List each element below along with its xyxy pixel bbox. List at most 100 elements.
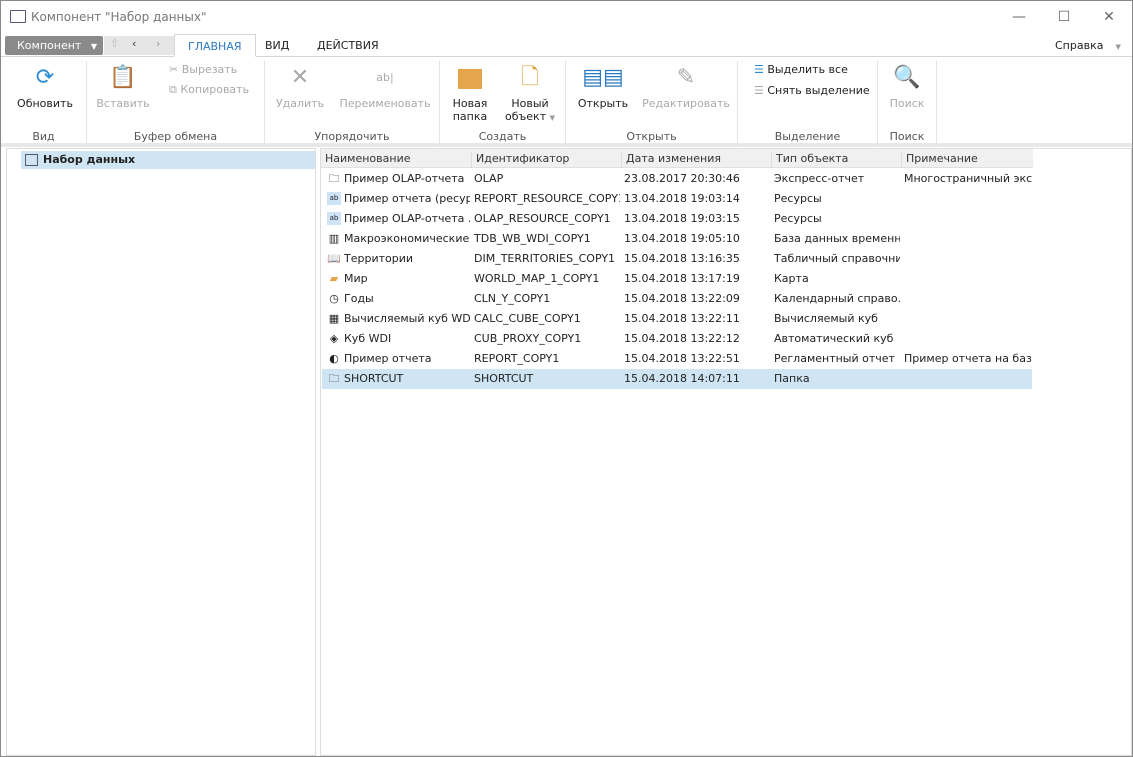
cell-name: Мир bbox=[344, 272, 368, 285]
folder-icon bbox=[448, 65, 492, 91]
cell-id: DIM_TERRITORIES_COPY1 bbox=[474, 252, 616, 265]
calendar-icon: ◷ bbox=[329, 292, 339, 305]
table-row[interactable]: ▰ Мир WORLD_MAP_1_COPY1 15.04.2018 13:17:19… bbox=[322, 269, 1032, 289]
close-button[interactable]: ✕ bbox=[1086, 5, 1132, 29]
group-search: 🔍 Поиск Поиск bbox=[878, 61, 937, 145]
new-folder-label-1: Новая bbox=[452, 97, 488, 110]
open-button[interactable]: ▤▤ Открыть bbox=[576, 65, 630, 110]
cell-date: 15.04.2018 13:16:35 bbox=[624, 252, 740, 265]
map-icon: ▰ bbox=[329, 272, 339, 285]
column-header-note[interactable]: Примечание bbox=[901, 152, 1033, 168]
cell-date: 13.04.2018 19:05:10 bbox=[624, 232, 740, 245]
auto-cube-icon: ◈ bbox=[329, 332, 339, 345]
delete-button[interactable]: ✕ Удалить bbox=[275, 65, 325, 110]
column-header-name[interactable]: Наименование bbox=[321, 152, 471, 168]
open-label: Открыть bbox=[577, 97, 629, 110]
group-label: Открыть bbox=[626, 130, 677, 143]
rename-icon: ab| bbox=[376, 71, 394, 84]
table-row[interactable]: ◈ Куб WDI CUB_PROXY_COPY1 15.04.2018 13:22:… bbox=[322, 329, 1032, 349]
cell-type: Регламентный отчет bbox=[774, 352, 895, 365]
copy-button[interactable]: ⧉ Копировать bbox=[169, 83, 249, 97]
component-label: Компонент bbox=[17, 39, 82, 52]
cell-name: Годы bbox=[344, 292, 374, 305]
table-row[interactable]: ◐ Пример отчета REPORT_COPY1 15.04.2018 13:… bbox=[322, 349, 1032, 369]
cell-id: SHORTCUT bbox=[474, 372, 534, 385]
resource-icon: ab bbox=[327, 212, 341, 225]
cell-name: Макроэкономические ... bbox=[344, 232, 470, 245]
table-row[interactable]: 🗀 SHORTCUT SHORTCUT 15.04.2018 14:07:11 Папк… bbox=[322, 369, 1032, 389]
deselect-icon: ☰ bbox=[754, 84, 764, 97]
edit-button[interactable]: ✎ Редактировать bbox=[642, 65, 730, 110]
minimize-button[interactable]: — bbox=[996, 5, 1042, 29]
cell-note: Пример отчета на баз... bbox=[904, 352, 1032, 365]
cell-id: REPORT_COPY1 bbox=[474, 352, 560, 365]
cell-id: OLAP_RESOURCE_COPY1 bbox=[474, 212, 611, 225]
refresh-icon: ⟳ bbox=[35, 65, 55, 90]
component-menu-button[interactable]: Компонент ▼ bbox=[5, 36, 103, 55]
cell-id: OLAP bbox=[474, 172, 504, 185]
calc-cube-icon: ▦ bbox=[328, 312, 340, 325]
tab-actions[interactable]: ДЕЙСТВИЯ bbox=[304, 34, 392, 57]
chevron-down-icon: ▼ bbox=[90, 42, 97, 51]
pencil-icon: ✎ bbox=[676, 65, 696, 90]
cell-date: 15.04.2018 13:17:19 bbox=[624, 272, 740, 285]
column-header-id[interactable]: Идентификатор bbox=[471, 152, 621, 168]
report-icon: ◐ bbox=[329, 352, 339, 365]
olap-report-icon: 🗀 bbox=[328, 172, 340, 185]
tree-item-dataset[interactable]: Набор данных bbox=[21, 151, 315, 169]
new-object-label-1: Новый bbox=[511, 97, 549, 110]
column-header-date[interactable]: Дата изменения bbox=[621, 152, 771, 168]
cut-button[interactable]: ✂ Вырезать bbox=[169, 63, 237, 76]
new-folder-button[interactable]: Новая папка bbox=[448, 65, 492, 123]
deselect-button[interactable]: ☰ Снять выделение bbox=[754, 84, 870, 97]
table-row[interactable]: 🗀 Пример OLAP-отчета OLAP 23.08.2017 20:30:… bbox=[322, 169, 1033, 189]
open-icon: ▤▤ bbox=[582, 65, 624, 90]
table-row[interactable]: ab Пример OLAP-отчета ... OLAP_RESOURCE_CO… bbox=[322, 209, 1032, 229]
copy-label: Копировать bbox=[180, 83, 250, 96]
paste-button[interactable]: 📋 Вставить bbox=[95, 65, 151, 110]
new-object-label-2: объект bbox=[505, 110, 547, 123]
cell-date: 13.04.2018 19:03:15 bbox=[624, 212, 740, 225]
maximize-button[interactable]: ☐ bbox=[1041, 5, 1087, 29]
select-all-button[interactable]: ☰ Выделить все bbox=[754, 63, 848, 76]
tab-home[interactable]: ГЛАВНАЯ bbox=[174, 34, 256, 57]
table-row[interactable]: ab Пример отчета (ресур... REPORT_RESOURCE… bbox=[322, 189, 1032, 209]
new-object-button[interactable]: 🗋 Новый объект ▼ bbox=[502, 65, 558, 125]
cell-date: 13.04.2018 19:03:14 bbox=[624, 192, 740, 205]
cell-type: Вычисляемый куб bbox=[774, 312, 878, 325]
rename-label: Переименовать bbox=[339, 97, 431, 110]
new-folder-label-2: папка bbox=[452, 110, 488, 123]
tree-pane: Набор данных bbox=[6, 148, 316, 756]
cell-type: Карта bbox=[774, 272, 809, 285]
table-row[interactable]: ▦ Вычисляемый куб WDI CALC_CUBE_COPY1 15.04… bbox=[322, 309, 1032, 329]
table-row[interactable]: ◷ Годы CLN_Y_COPY1 15.04.2018 13:22:09 Кален… bbox=[322, 289, 1032, 309]
scissors-icon: ✂ bbox=[169, 63, 179, 76]
delete-label: Удалить bbox=[275, 97, 325, 110]
select-all-icon: ☰ bbox=[754, 63, 764, 76]
cell-id: CLN_Y_COPY1 bbox=[474, 292, 551, 305]
tab-view[interactable]: ВИД bbox=[252, 34, 302, 57]
column-header-type[interactable]: Тип объекта bbox=[771, 152, 901, 168]
table-row[interactable]: 📖 Территории DIM_TERRITORIES_COPY1 15.04.20… bbox=[322, 249, 1032, 269]
paste-icon: 📋 bbox=[109, 65, 137, 90]
group-view: ⟳ Обновить Вид bbox=[1, 61, 87, 145]
cell-type: Ресурсы bbox=[774, 192, 822, 205]
forward-icon[interactable]: › bbox=[156, 37, 160, 50]
rename-button[interactable]: ab| Переименовать bbox=[339, 65, 431, 110]
refresh-button[interactable]: ⟳ Обновить bbox=[15, 65, 75, 110]
window-title: Компонент "Набор данных" bbox=[31, 10, 207, 24]
cell-type: Экспресс-отчет bbox=[774, 172, 865, 185]
table-row[interactable]: ▥ Макроэкономические ... TDB_WB_WDI_COPY1 1… bbox=[322, 229, 1032, 249]
copy-icon: ⧉ bbox=[169, 83, 177, 96]
search-button[interactable]: 🔍 Поиск bbox=[884, 65, 930, 110]
object-list: Наименование Идентификатор Дата изменени… bbox=[320, 148, 1132, 756]
table-header: Наименование Идентификатор Дата изменени… bbox=[321, 149, 1033, 168]
cell-name: Территории bbox=[344, 252, 414, 265]
paste-label: Вставить bbox=[96, 97, 150, 110]
up-icon[interactable]: ⇧ bbox=[110, 37, 119, 50]
help-menu[interactable]: Справка ▼ bbox=[1055, 39, 1121, 52]
group-clipboard: 📋 Вставить ✂ Вырезать ⧉ Копировать Буфер … bbox=[87, 61, 265, 145]
delete-icon: ✕ bbox=[290, 65, 310, 90]
cell-type: База данных временн... bbox=[774, 232, 900, 245]
back-icon[interactable]: ‹ bbox=[132, 37, 136, 50]
